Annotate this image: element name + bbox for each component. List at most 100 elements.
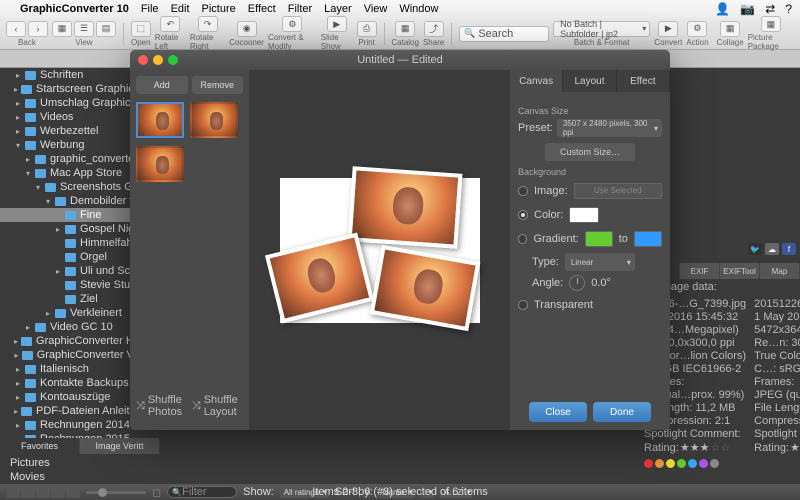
preset-label: Preset: xyxy=(518,122,553,134)
share-twitter[interactable]: 🐦 xyxy=(748,243,762,255)
convert-modify-button[interactable]: ⚙ xyxy=(282,16,302,32)
collage-button[interactable]: ▦ xyxy=(720,21,740,37)
done-button[interactable]: Done xyxy=(593,402,651,422)
layout-tab[interactable]: Layout xyxy=(563,70,616,92)
menu-layer[interactable]: Layer xyxy=(324,3,352,15)
source-thumb-1[interactable] xyxy=(136,102,184,138)
shuffle-photos-button[interactable]: ⤨Shuffle Photos xyxy=(136,394,188,418)
batch-dropdown[interactable]: No Batch | Subfolder | jp2 xyxy=(553,21,650,37)
info-tab-map[interactable]: Map xyxy=(760,263,800,279)
minimize-window-button[interactable] xyxy=(153,55,163,65)
menu-file[interactable]: File xyxy=(141,3,159,15)
menu-window[interactable]: Window xyxy=(399,3,438,15)
status-text: Items 2-3, 6 (#3) selected of 6 items xyxy=(312,486,487,498)
collage-photo-3[interactable] xyxy=(370,244,481,330)
filter-input[interactable]: 🔍 Filter xyxy=(167,486,237,498)
image-tab[interactable]: Image Veritt xyxy=(80,438,160,454)
view-btn-1[interactable]: ▦ xyxy=(52,21,72,37)
color-labels[interactable] xyxy=(640,459,800,472)
search-input[interactable]: 🔍 Search xyxy=(459,26,549,42)
rating-stars[interactable]: Rating: ★★★☆☆ xyxy=(754,441,800,454)
preset-dropdown[interactable]: 3507 x 2480 pixels, 300 ppi xyxy=(557,119,662,137)
menu-effect[interactable]: Effect xyxy=(248,3,276,15)
color-swatch[interactable] xyxy=(569,207,599,223)
shuffle-layout-button[interactable]: ⤨Shuffle Layout xyxy=(192,394,243,418)
close-window-button[interactable] xyxy=(138,55,148,65)
rotate-right-label: Rotate Right xyxy=(190,33,225,51)
switch-icon[interactable]: ⇄ xyxy=(765,2,775,16)
bg-color-radio[interactable] xyxy=(518,210,528,220)
collage-label: Collage xyxy=(717,38,744,47)
effect-tab[interactable]: Effect xyxy=(617,70,670,92)
user-icon[interactable]: 👤 xyxy=(715,2,730,16)
info-tab-exiftool[interactable]: EXIFTool xyxy=(720,263,760,279)
view-switcher[interactable] xyxy=(6,487,80,498)
add-button[interactable]: Add xyxy=(136,76,188,94)
fav-pictures[interactable]: Pictures xyxy=(0,456,160,470)
zoom-window-button[interactable] xyxy=(168,55,178,65)
bg-image-radio[interactable] xyxy=(518,186,528,196)
back-button[interactable]: ‹ xyxy=(6,21,26,37)
menu-edit[interactable]: Edit xyxy=(171,3,190,15)
menu-filter[interactable]: Filter xyxy=(288,3,312,15)
help-icon[interactable]: ? xyxy=(785,2,792,16)
dialog-titlebar[interactable]: Untitled — Edited xyxy=(130,50,670,70)
collage-photo-2[interactable] xyxy=(265,232,374,323)
menu-view[interactable]: View xyxy=(364,3,388,15)
rotate-left-button[interactable]: ↶ xyxy=(160,16,180,32)
remove-button[interactable]: Remove xyxy=(192,76,244,94)
show-label: Show: xyxy=(243,486,274,498)
view-btn-3[interactable]: ▤ xyxy=(96,21,116,37)
info-col-2: 20151226-…G_7403.jpg 1 May 2016 15:45:33… xyxy=(750,295,800,457)
picture-package-button[interactable]: ▦ xyxy=(761,16,781,32)
gradient-type-dropdown[interactable]: Linear xyxy=(565,253,635,271)
print-button[interactable]: ⎙ xyxy=(357,21,377,37)
fwd-button[interactable]: › xyxy=(28,21,48,37)
rotate-right-button[interactable]: ↷ xyxy=(198,16,218,32)
close-button[interactable]: Close xyxy=(529,402,587,422)
open-button[interactable]: ⬚ xyxy=(131,21,151,37)
rating-stars[interactable]: Rating: ★★★☆☆ xyxy=(644,441,746,454)
favorites-tab[interactable]: Favorites xyxy=(0,438,80,454)
slideshow-button[interactable]: ▶ xyxy=(327,16,347,32)
share-other[interactable]: ☁ xyxy=(765,243,779,255)
canvas-tab[interactable]: Canvas xyxy=(510,70,563,92)
view-label: View xyxy=(75,38,92,47)
share-facebook[interactable]: f xyxy=(782,243,796,255)
angle-value: 0.0° xyxy=(591,277,611,289)
menu-bar: GraphicConverter 10 File Edit Picture Ef… xyxy=(0,0,800,18)
catalog-button[interactable]: ▦ xyxy=(395,21,415,37)
share-button[interactable]: ⤴ xyxy=(424,21,444,37)
collage-preview-area[interactable] xyxy=(250,70,510,430)
convert-modify-label: Convert & Modify xyxy=(268,33,317,51)
convert-label: Convert xyxy=(654,38,682,47)
bg-transparent-label: Transparent xyxy=(534,299,593,311)
custom-size-button[interactable]: Custom Size… xyxy=(545,143,635,161)
angle-dial[interactable] xyxy=(569,275,585,291)
source-thumb-2[interactable] xyxy=(190,102,238,138)
dialog-title: Untitled — Edited xyxy=(357,54,443,66)
view-btn-2[interactable]: ☰ xyxy=(74,21,94,37)
gradient-type-label: Type: xyxy=(532,256,559,268)
fav-movies[interactable]: Movies xyxy=(0,470,160,484)
bg-transparent-radio[interactable] xyxy=(518,300,528,310)
menu-picture[interactable]: Picture xyxy=(202,3,236,15)
gradient-to-swatch[interactable] xyxy=(634,231,662,247)
toolbar: ‹›Back ▦☰▤View ⬚Open ↶Rotate Left ↷Rotat… xyxy=(0,18,800,50)
app-name[interactable]: GraphicConverter 10 xyxy=(20,3,129,15)
convert-button[interactable]: ▶ xyxy=(658,21,678,37)
bg-gradient-radio[interactable] xyxy=(518,234,527,244)
cocooner-button[interactable]: ◉ xyxy=(237,21,257,37)
gradient-from-swatch[interactable] xyxy=(585,231,613,247)
photos-icon[interactable]: 📷 xyxy=(740,2,755,16)
background-label: Background xyxy=(518,167,662,177)
action-label: Action xyxy=(686,38,708,47)
canvas-size-label: Canvas Size xyxy=(518,106,662,116)
collage-photo-1[interactable] xyxy=(348,166,463,248)
slideshow-label: Slide Show xyxy=(321,33,353,51)
collage-canvas[interactable] xyxy=(280,178,480,323)
zoom-slider[interactable] xyxy=(86,491,146,494)
info-tab-exif[interactable]: EXIF xyxy=(680,263,720,279)
source-thumb-3[interactable] xyxy=(136,146,184,182)
action-button[interactable]: ⚙ xyxy=(687,21,707,37)
